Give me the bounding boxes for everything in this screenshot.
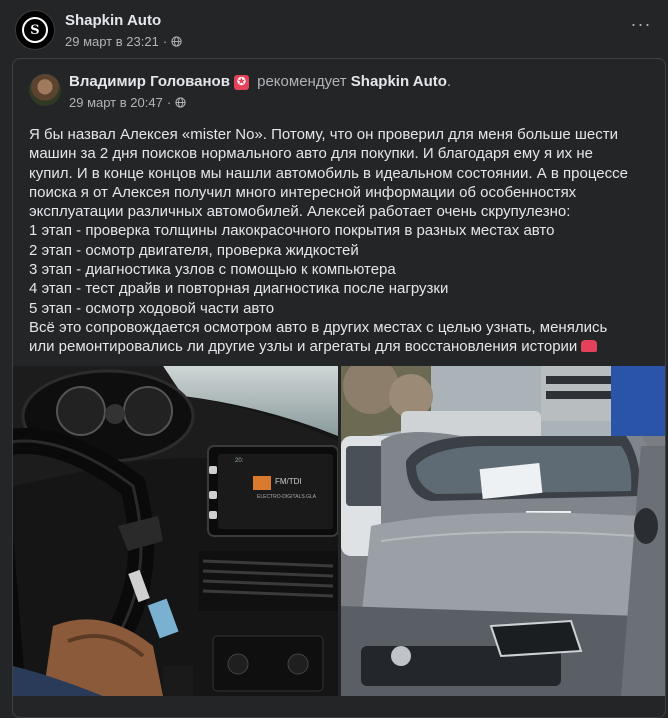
post-meta: 29 март в 23:21 · [65,34,182,49]
meta-separator: · [162,34,168,49]
meta-separator: · [166,95,172,110]
photo-dashboard[interactable]: 20: FM/TDI ELECTRO-DIGITALS.GLA [13,366,338,696]
recommendation-period: . [446,73,452,90]
screen-subtitle: ELECTRO-DIGITALS.GLA [257,494,317,500]
dashboard-illustration: 20: FM/TDI ELECTRO-DIGITALS.GLA [13,366,338,696]
recommendation-timestamp[interactable]: 29 март в 20:47 [69,95,163,110]
globe-icon [171,36,182,47]
review-text: Я бы назвал Алексея «mister No». Потому,… [29,125,659,357]
post-timestamp[interactable]: 29 март в 23:21 [65,34,159,49]
globe-icon [175,97,186,108]
more-icon[interactable]: ··· [629,15,653,38]
review-line: поиска я от Алексея получил много интере… [29,183,577,201]
screen-station: FM/TDI [275,477,302,486]
review-line: 2 этап - осмотр двигателя, проверка жидк… [29,241,359,259]
recommendation-line: Владимир Голованов ✪ рекомендует Shapkin … [69,73,451,90]
review-line: 1 этап - проверка толщины лакокрасочного… [29,222,555,240]
review-line: Я бы назвал Алексея «mister No». Потому,… [29,126,619,143]
page-name[interactable]: Shapkin Auto [65,12,161,29]
shapkin-logo: S [22,17,48,43]
review-line: эксплуатации различных автомобилей. Алек… [29,203,571,221]
car-illustration [341,366,665,696]
author-avatar[interactable] [29,74,61,106]
recommended-page-link[interactable]: Shapkin Auto [351,73,447,90]
logo-letter: S [30,22,40,38]
recommendation-meta: 29 март в 20:47 · [69,95,186,110]
car-emoji-icon [581,340,598,353]
screen-time: 20: [235,458,244,464]
post-header: S Shapkin Auto 29 март в 23:21 · ··· [15,10,653,54]
recommendation-card: Владимир Голованов ✪ рекомендует Shapkin … [12,58,666,718]
review-line: машин за 2 дня поисков нормального авто … [29,145,593,163]
photo-car[interactable] [341,366,665,696]
page-avatar[interactable]: S [15,10,55,50]
review-line: купил. И в конце концов мы нашли автомоб… [29,164,628,182]
star-badge-icon: ✪ [233,75,249,90]
review-line: 5 этап - осмотр ходовой части авто [29,299,275,317]
recommends-verb: рекомендует [257,73,347,90]
review-line: Всё это сопровождается осмотром авто в д… [29,318,608,336]
review-line: или ремонтировались ли другие узлы и агр… [29,338,578,356]
review-line: 4 этап - тест драйв и повторная диагност… [29,280,449,298]
author-name[interactable]: Владимир Голованов [69,73,230,90]
review-line: 3 этап - диагностика узлов с помощью к к… [29,261,396,279]
